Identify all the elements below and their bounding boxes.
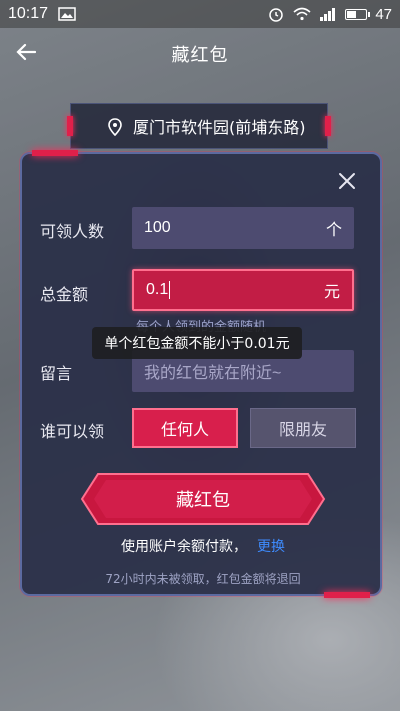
hide-packet-button[interactable]: 藏红包 xyxy=(80,473,326,525)
option-anyone[interactable]: 任何人 xyxy=(132,408,238,448)
close-icon xyxy=(336,173,358,196)
error-toast: 单个红包金额不能小于0.01元 xyxy=(92,327,302,359)
submit-label: 藏红包 xyxy=(176,490,230,511)
who-label: 谁可以领 xyxy=(40,422,105,441)
back-arrow-icon xyxy=(16,43,37,65)
location-pin-icon xyxy=(107,118,123,137)
red-packet-form-panel: 可领人数 100 个 总金额 0.1 元 每个人领到的金额随机 留言 我的红包就… xyxy=(20,150,384,598)
amount-value: 0.1 xyxy=(146,281,169,299)
count-field[interactable]: 100 个 xyxy=(132,207,354,249)
battery-icon xyxy=(345,8,371,20)
status-time: 10:17 xyxy=(8,5,49,22)
status-bar: 10:17 47 xyxy=(0,0,400,28)
signal-icon xyxy=(319,6,337,22)
page-title: 藏红包 xyxy=(171,45,229,66)
image-icon xyxy=(58,6,76,22)
battery-fill xyxy=(347,10,356,18)
title-bar: 藏红包 xyxy=(0,28,400,80)
option-friends-only-label: 限朋友 xyxy=(278,420,327,439)
location-text: 厦门市软件园(前埔东路) xyxy=(133,118,306,137)
back-button[interactable] xyxy=(12,40,40,68)
panel-accent-bottom xyxy=(324,592,370,598)
count-unit: 个 xyxy=(325,220,342,239)
battery-percent: 47 xyxy=(375,5,392,23)
close-button[interactable] xyxy=(336,170,358,192)
amount-unit: 元 xyxy=(323,282,340,301)
wifi-icon xyxy=(293,6,311,22)
panel-accent-top xyxy=(32,150,78,156)
alarm-icon xyxy=(267,6,285,22)
count-value: 100 xyxy=(144,219,171,236)
change-payment-link[interactable]: 更换 xyxy=(257,539,285,555)
option-friends-only[interactable]: 限朋友 xyxy=(250,408,356,448)
payment-text: 使用账户余额付款， xyxy=(121,539,247,555)
refund-note: 72小时内未被领取，红包金额将退回 xyxy=(105,572,301,586)
location-selector[interactable]: 厦门市软件园(前埔东路) xyxy=(67,103,331,149)
payment-line: 使用账户余额付款， 更换 xyxy=(22,536,384,556)
message-label: 留言 xyxy=(40,364,73,383)
amount-label: 总金额 xyxy=(40,285,89,304)
option-anyone-label: 任何人 xyxy=(160,420,209,439)
amount-field[interactable]: 0.1 元 xyxy=(132,269,354,311)
text-caret xyxy=(169,280,171,299)
message-placeholder: 我的红包就在附近~ xyxy=(144,365,282,382)
count-label: 可领人数 xyxy=(40,222,105,241)
